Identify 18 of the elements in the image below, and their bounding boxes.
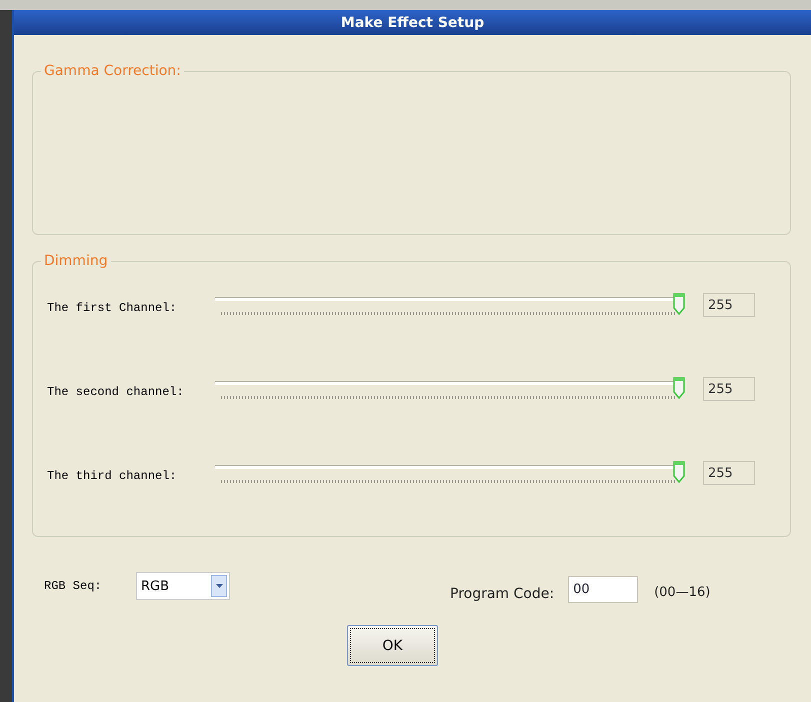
rgb-seq-dropdown[interactable]: RGB [136, 572, 230, 600]
window-title: Make Effect Setup [340, 14, 484, 30]
value-field: 255 [703, 377, 755, 401]
group-title: Gamma Correction: [43, 63, 182, 79]
range-hint: (00—16) [654, 585, 710, 600]
value-field: 255 [703, 293, 755, 317]
program-code-field[interactable]: 00 [568, 576, 638, 603]
channel-label: The first Channel: [47, 301, 178, 315]
group-title: Dimming [43, 253, 109, 269]
slider-thumb[interactable] [673, 293, 685, 315]
channel-label: The third channel: [47, 469, 178, 483]
slider-thumb[interactable] [673, 461, 685, 483]
value-field: 255 [703, 461, 755, 485]
slider-thumb[interactable] [673, 377, 685, 399]
channel-label: The second channel: [47, 385, 185, 399]
ok-button[interactable]: OK [347, 625, 438, 666]
rgb-seq-label: RGB Seq: [44, 579, 103, 593]
program-code-label: Program Code: [450, 586, 554, 602]
